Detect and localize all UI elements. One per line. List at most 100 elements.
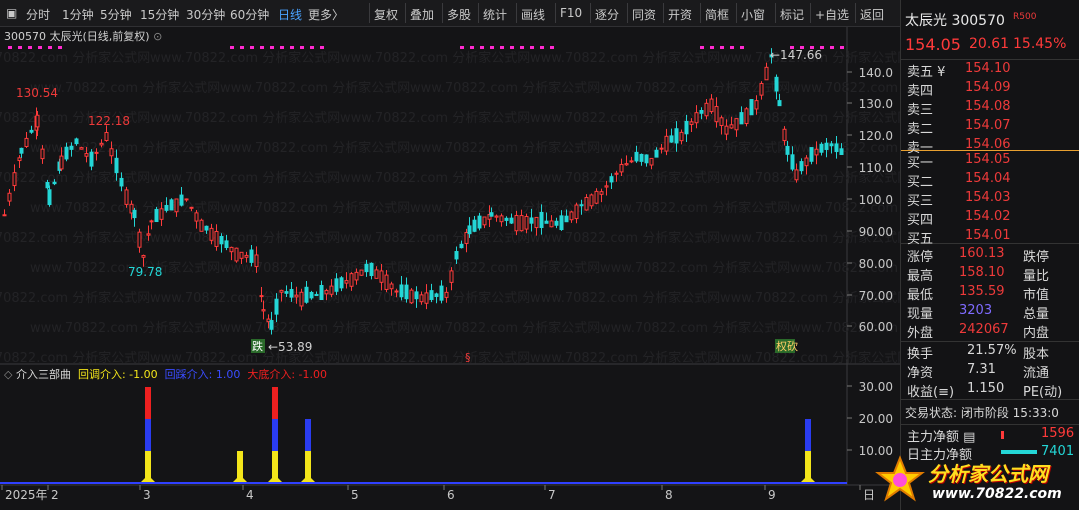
candle-up[interactable]: [729, 124, 734, 129]
candle-up[interactable]: [394, 290, 399, 293]
candle-down[interactable]: [529, 217, 534, 224]
candle-down[interactable]: [785, 145, 790, 155]
candle-up[interactable]: [384, 274, 389, 290]
candle-up[interactable]: [704, 102, 709, 117]
candle-up[interactable]: [499, 215, 504, 223]
candle-up[interactable]: [159, 208, 164, 220]
candle-up[interactable]: [374, 269, 379, 279]
tool-button-5[interactable]: F10: [560, 6, 582, 20]
candle-up[interactable]: [354, 271, 359, 281]
candle-down[interactable]: [164, 204, 169, 211]
candle-down[interactable]: [74, 138, 79, 145]
candle-down[interactable]: [454, 251, 459, 260]
candle-down[interactable]: [829, 143, 834, 147]
chevron-down-icon[interactable]: ⊙: [153, 30, 162, 43]
candle-down[interactable]: [169, 199, 174, 211]
candle-down[interactable]: [809, 147, 814, 162]
candle-up[interactable]: [514, 215, 519, 232]
candle-up[interactable]: [409, 289, 414, 304]
candle-up[interactable]: [599, 191, 604, 195]
candle-up[interactable]: [764, 66, 769, 81]
period-tab-5[interactable]: 60分钟: [230, 6, 269, 23]
tool-button-10[interactable]: 小窗: [741, 6, 765, 23]
candle-up[interactable]: [619, 163, 624, 173]
candle-up[interactable]: [239, 251, 244, 259]
indicator-bar-0-2[interactable]: [145, 387, 151, 419]
candle-up[interactable]: [624, 163, 629, 166]
candle-up[interactable]: [194, 212, 199, 222]
indicator-bar-3-1[interactable]: [305, 419, 311, 451]
candle-down[interactable]: [399, 284, 404, 298]
candle-up[interactable]: [794, 169, 799, 181]
candle-down[interactable]: [579, 204, 584, 207]
candle-up[interactable]: [679, 131, 684, 142]
candle-up[interactable]: [464, 232, 469, 244]
candle-up[interactable]: [724, 125, 729, 135]
candle-up[interactable]: [94, 151, 99, 154]
candle-up[interactable]: [17, 157, 22, 162]
candle-up[interactable]: [261, 309, 266, 312]
candle-up[interactable]: [664, 135, 669, 152]
candle-up[interactable]: [754, 100, 759, 110]
candle-up[interactable]: [40, 148, 45, 160]
candle-up[interactable]: [494, 215, 499, 218]
layout-icon[interactable]: ▣: [6, 6, 17, 20]
candle-up[interactable]: [189, 206, 194, 209]
tool-button-1[interactable]: 叠加: [410, 6, 434, 23]
candle-up[interactable]: [24, 137, 29, 147]
candle-down[interactable]: [89, 151, 94, 167]
tool-button-4[interactable]: 画线: [521, 6, 545, 23]
candle-down[interactable]: [644, 154, 649, 164]
candle-down[interactable]: [699, 109, 704, 114]
candle-up[interactable]: [349, 273, 354, 287]
candle-up[interactable]: [99, 142, 104, 146]
candle-up[interactable]: [719, 117, 724, 126]
candle-down[interactable]: [749, 99, 754, 116]
candle-down[interactable]: [309, 291, 314, 299]
tool-button-7[interactable]: 同资: [632, 6, 656, 23]
candle-up[interactable]: [519, 215, 524, 232]
candle-up[interactable]: [209, 227, 214, 241]
candle-up[interactable]: [659, 147, 664, 150]
candle-down[interactable]: [219, 236, 224, 245]
candle-down[interactable]: [509, 217, 514, 224]
candle-up[interactable]: [709, 98, 714, 113]
candle-up[interactable]: [35, 114, 40, 128]
candle-down[interactable]: [639, 153, 644, 162]
candle-down[interactable]: [404, 284, 409, 300]
candle-down[interactable]: [834, 143, 839, 153]
candle-down[interactable]: [114, 157, 119, 174]
candle-up[interactable]: [589, 194, 594, 207]
tool-button-13[interactable]: 返回: [860, 6, 884, 23]
candle-down[interactable]: [790, 154, 795, 170]
candle-up[interactable]: [146, 233, 151, 236]
candle-down[interactable]: [634, 151, 639, 162]
indicator-bar-0-1[interactable]: [145, 419, 151, 451]
candle-down[interactable]: [609, 176, 614, 183]
candle-up[interactable]: [534, 216, 539, 229]
candle-up[interactable]: [744, 108, 749, 125]
candle-up[interactable]: [782, 128, 787, 142]
candle-down[interactable]: [132, 209, 137, 219]
candle-up[interactable]: [84, 153, 89, 157]
candle-up[interactable]: [594, 190, 599, 204]
tool-button-11[interactable]: 标记: [780, 6, 804, 23]
tool-button-8[interactable]: 开资: [668, 6, 692, 23]
candle-down[interactable]: [29, 129, 34, 133]
candle-up[interactable]: [604, 185, 609, 188]
candle-down[interactable]: [154, 208, 159, 223]
candle-down[interactable]: [684, 120, 689, 135]
indicator-bar-2-1[interactable]: [272, 419, 278, 451]
settings-icon[interactable]: ◇: [4, 368, 12, 381]
candle-down[interactable]: [489, 212, 494, 217]
candle-down[interactable]: [429, 290, 434, 300]
candle-up[interactable]: [104, 131, 109, 142]
candle-down[interactable]: [224, 240, 229, 249]
candle-up[interactable]: [629, 160, 634, 163]
candle-down[interactable]: [314, 294, 319, 297]
candle-up[interactable]: [344, 280, 349, 284]
candle-up[interactable]: [59, 155, 64, 170]
period-tab-4[interactable]: 30分钟: [186, 6, 225, 23]
candle-down[interactable]: [369, 262, 374, 277]
candle-down[interactable]: [504, 217, 509, 221]
